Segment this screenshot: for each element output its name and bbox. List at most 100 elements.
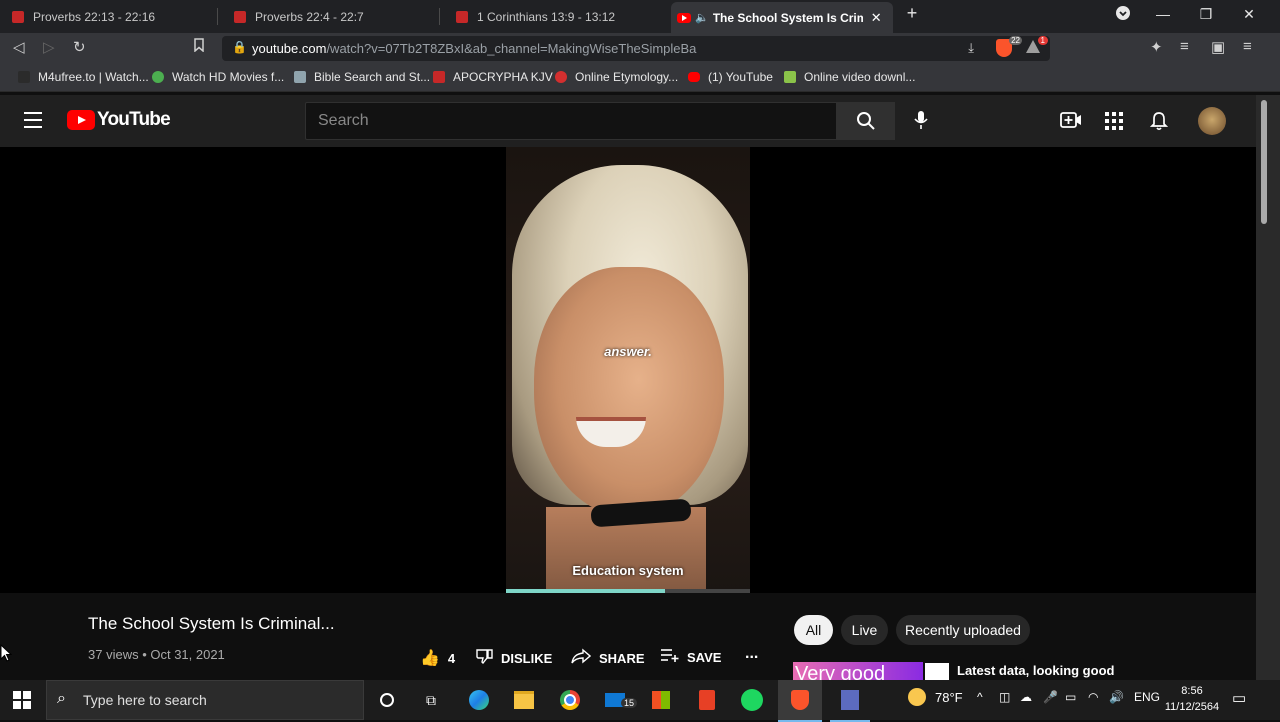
hamburger-menu-icon[interactable] bbox=[24, 112, 42, 133]
wallet-icon[interactable]: ▣ bbox=[1211, 38, 1225, 56]
tab-1-corinthians[interactable]: 1 Corinthians 13:9 - 13:12 bbox=[444, 4, 662, 29]
bookmark-favicon-icon bbox=[18, 71, 30, 83]
avatar[interactable] bbox=[1198, 107, 1226, 135]
share-label: SHARE bbox=[599, 651, 645, 666]
onedrive-icon[interactable]: ☁ bbox=[1020, 690, 1032, 704]
notifications-bell-icon[interactable] bbox=[1149, 111, 1169, 136]
taskbar-search-input[interactable] bbox=[81, 691, 355, 709]
dislike-button[interactable]: DISLIKE bbox=[476, 648, 552, 669]
bookmark-item[interactable]: Online video downl... bbox=[784, 70, 915, 84]
url-bar[interactable]: 🔒 youtube.com/watch?v=07Tb2T8ZBxI&ab_cha… bbox=[222, 36, 1050, 61]
scrollbar-thumb[interactable] bbox=[1261, 100, 1267, 224]
bible-favicon-icon bbox=[234, 10, 246, 23]
volume-icon[interactable]: 🔊 bbox=[1109, 690, 1124, 704]
bookmark-label: APOCRYPHA KJV bbox=[453, 70, 553, 84]
lock-icon: 🔒 bbox=[232, 40, 247, 54]
bookmark-item[interactable]: Watch HD Movies f... bbox=[152, 70, 284, 84]
extensions-icon[interactable]: ✦ bbox=[1150, 38, 1163, 56]
back-icon[interactable]: ◁ bbox=[13, 38, 25, 56]
install-icon[interactable]: ⤓ bbox=[968, 40, 974, 56]
brave-browser-taskbar-icon[interactable] bbox=[778, 680, 822, 722]
video-player[interactable]: answer. Education system bbox=[0, 147, 1256, 593]
wifi-icon[interactable]: ◠ bbox=[1088, 690, 1098, 704]
tab-title: Proverbs 22:4 - 22:7 bbox=[255, 9, 364, 24]
weather-temperature[interactable]: 78°F bbox=[935, 690, 963, 705]
apps-grid-icon[interactable] bbox=[1105, 112, 1123, 135]
tab-proverbs-22-4[interactable]: Proverbs 22:4 - 22:7 bbox=[222, 4, 440, 29]
taskbar-search-box[interactable]: ⌕ bbox=[46, 680, 364, 720]
microphone-tray-icon[interactable]: 🎤 bbox=[1043, 690, 1058, 704]
video-progress-bar[interactable] bbox=[506, 589, 750, 593]
bookmarks-bar: M4ufree.to | Watch... Watch HD Movies f.… bbox=[0, 63, 1280, 92]
clock-date: 11/12/2564 bbox=[1164, 701, 1220, 713]
bible-favicon-icon bbox=[456, 10, 468, 23]
playlist-icon[interactable]: ≡ bbox=[1180, 38, 1189, 55]
video-progress-fill bbox=[506, 589, 665, 593]
tab-separator bbox=[439, 8, 440, 25]
bookmark-item[interactable]: Bible Search and St... bbox=[294, 70, 430, 84]
close-window-button[interactable]: ✕ bbox=[1237, 6, 1261, 23]
cortana-icon[interactable] bbox=[375, 688, 399, 712]
microphone-icon[interactable] bbox=[914, 110, 928, 135]
bookmark-item[interactable]: Online Etymology... bbox=[555, 70, 678, 84]
forward-icon[interactable]: ▷ bbox=[43, 38, 55, 56]
thumbs-down-icon bbox=[476, 648, 493, 669]
create-video-icon[interactable] bbox=[1060, 111, 1082, 134]
page-scrollbar[interactable] bbox=[1256, 95, 1280, 680]
search-box[interactable] bbox=[305, 102, 837, 140]
youtube-play-icon bbox=[67, 110, 95, 130]
menu-icon[interactable]: ≡ bbox=[1243, 38, 1252, 55]
recommended-thumbnail-overlay bbox=[925, 663, 949, 680]
chip-all[interactable]: All bbox=[794, 615, 833, 645]
office-icon[interactable] bbox=[695, 688, 719, 712]
tab-search-icon[interactable] bbox=[1111, 6, 1135, 23]
microsoft-store-icon[interactable] bbox=[649, 688, 673, 712]
reload-icon[interactable]: ↻ bbox=[73, 38, 86, 56]
media-app-taskbar-icon[interactable] bbox=[830, 680, 870, 722]
video-title: The School System Is Criminal... bbox=[88, 614, 335, 633]
weather-icon[interactable] bbox=[908, 688, 926, 706]
edge-browser-icon[interactable] bbox=[467, 688, 491, 712]
save-playlist-icon bbox=[661, 648, 679, 667]
battery-icon[interactable]: ▭ bbox=[1065, 690, 1076, 704]
recommended-thumbnail[interactable]: Very good bbox=[793, 662, 923, 680]
bookmark-item[interactable]: (1) YouTube bbox=[688, 70, 773, 84]
windows-start-icon[interactable] bbox=[13, 691, 31, 709]
bookmark-icon[interactable] bbox=[193, 38, 205, 56]
like-button[interactable]: 👍 4 bbox=[420, 648, 455, 668]
recommended-video-title[interactable]: Latest data, looking good bbox=[957, 663, 1114, 678]
clock[interactable]: 8:56 11/12/2564 bbox=[1163, 683, 1221, 715]
file-explorer-icon[interactable] bbox=[512, 688, 536, 712]
bookmark-label: Bible Search and St... bbox=[314, 70, 431, 84]
save-button[interactable]: SAVE bbox=[661, 648, 721, 667]
search-input[interactable] bbox=[316, 111, 820, 131]
bookmark-item[interactable]: M4ufree.to | Watch... bbox=[18, 70, 149, 84]
task-view-icon[interactable]: ⧉ bbox=[419, 688, 443, 712]
chip-recently-uploaded[interactable]: Recently uploaded bbox=[896, 615, 1030, 645]
restore-window-button[interactable]: ❐ bbox=[1194, 6, 1218, 23]
search-button[interactable] bbox=[837, 102, 895, 140]
dislike-label: DISLIKE bbox=[501, 651, 553, 666]
tab-youtube-active[interactable]: 🔈 The School System Is Criminal... ✕ bbox=[671, 2, 893, 33]
video-frame[interactable]: answer. Education system bbox=[506, 147, 750, 593]
minimize-window-button[interactable]: — bbox=[1151, 6, 1175, 22]
notification-center-icon[interactable]: ▭ bbox=[1232, 689, 1246, 707]
tab-title: 1 Corinthians 13:9 - 13:12 bbox=[477, 9, 616, 24]
bookmark-item[interactable]: APOCRYPHA KJV bbox=[433, 70, 553, 84]
language-indicator[interactable]: ENG bbox=[1134, 690, 1160, 704]
share-button[interactable]: SHARE bbox=[571, 648, 645, 669]
tab-proverbs-22-13[interactable]: Proverbs 22:13 - 22:16 bbox=[0, 4, 218, 29]
clock-time: 8:56 bbox=[1181, 685, 1203, 697]
close-tab-icon[interactable]: ✕ bbox=[871, 10, 882, 26]
video-subject-face bbox=[534, 267, 724, 517]
show-hidden-icons-icon[interactable]: ^ bbox=[977, 690, 983, 704]
bookmark-label: Online Etymology... bbox=[575, 70, 679, 84]
spotify-icon[interactable] bbox=[740, 688, 764, 712]
chrome-icon[interactable] bbox=[558, 688, 582, 712]
chip-live[interactable]: Live bbox=[841, 615, 888, 645]
new-tab-button[interactable]: + bbox=[900, 3, 924, 24]
meet-now-icon[interactable]: ◫ bbox=[999, 690, 1010, 704]
youtube-logo[interactable]: YouTube bbox=[67, 109, 171, 131]
more-actions-button[interactable]: ... bbox=[745, 645, 758, 663]
tab-title: Proverbs 22:13 - 22:16 bbox=[33, 9, 156, 24]
